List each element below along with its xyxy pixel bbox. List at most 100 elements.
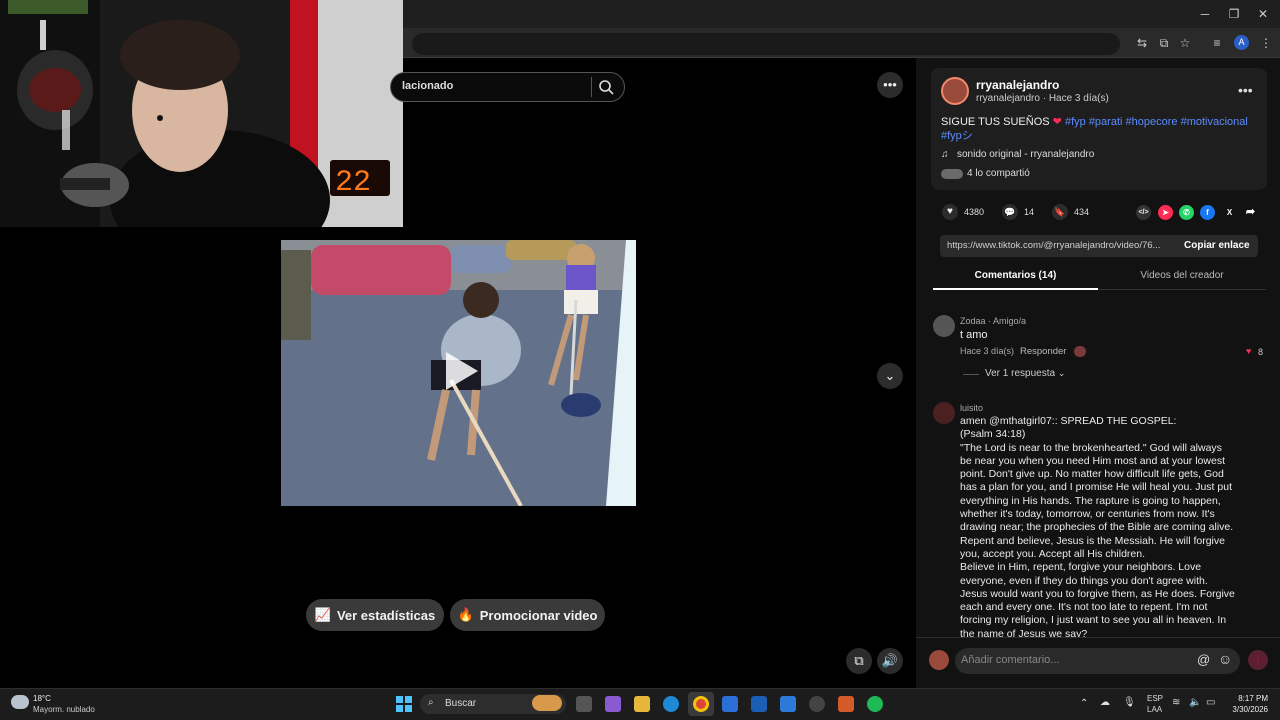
comment-line: "The Lord is near to the brokenhearted."… xyxy=(960,441,1222,454)
close-window-button[interactable]: ✕ xyxy=(1254,6,1272,22)
emoji-icon[interactable]: ☺ xyxy=(1218,651,1232,667)
mention-icon[interactable]: @ xyxy=(1197,652,1210,667)
more-options-icon[interactable]: ••• xyxy=(877,72,903,98)
brave-icon[interactable] xyxy=(838,696,854,712)
saves-count: 434 xyxy=(1074,207,1090,217)
windows-start-icon[interactable] xyxy=(396,696,412,712)
heart-icon: ♥ xyxy=(942,204,958,220)
next-video-chevron-icon[interactable]: ⌄ xyxy=(877,363,903,389)
profile-avatar[interactable]: A xyxy=(1234,35,1249,50)
comment-action[interactable]: 💬 14 xyxy=(1002,204,1034,220)
edge-icon[interactable] xyxy=(663,696,679,712)
comment-line: amen @mthatgirl07:: SPREAD THE GOSPEL: xyxy=(960,415,1177,427)
tab-comments[interactable]: Comentarios (14) xyxy=(933,270,1098,281)
maximize-button[interactable]: ❐ xyxy=(1225,6,1243,22)
chart-icon: 📈 xyxy=(314,607,331,622)
weather-temp[interactable]: 18°C xyxy=(33,694,51,703)
commenter-avatar[interactable] xyxy=(933,315,955,337)
share-arrow-icon[interactable]: ➦ xyxy=(1243,205,1258,220)
comment-like-count: 8 xyxy=(1258,347,1264,357)
search-icon[interactable] xyxy=(597,78,615,96)
embed-code-icon[interactable]: </> xyxy=(1136,205,1151,220)
send-arrow-icon[interactable]: ↑ xyxy=(1248,650,1268,670)
stats-button[interactable]: 📈 Ver estadísticas xyxy=(306,599,444,631)
video-player[interactable] xyxy=(281,240,636,506)
webcam-image: 22 xyxy=(0,0,403,227)
minimize-button[interactable]: ─ xyxy=(1196,6,1214,22)
sound-link[interactable]: sonido original - rryanalejandro xyxy=(957,149,1094,160)
microphone-icon[interactable]: 🎙 xyxy=(1123,697,1136,708)
hashtag[interactable]: #hopecore xyxy=(1126,116,1178,128)
language-indicator[interactable]: ESP xyxy=(1147,694,1163,703)
weather-desc[interactable]: Mayorm. nublado xyxy=(33,705,95,714)
stats-button-label: Ver estadísticas xyxy=(336,607,436,623)
comments-count: 14 xyxy=(1024,207,1035,217)
file-explorer-icon[interactable] xyxy=(634,696,650,712)
comment-time: Hace 3 día(s) xyxy=(960,346,1015,356)
facebook-icon[interactable]: f xyxy=(1200,205,1215,220)
heart-emoji-icon: ❤ xyxy=(1052,116,1062,128)
task-view-icon[interactable] xyxy=(576,696,592,712)
search-input-value: lacionado xyxy=(402,80,454,92)
chrome-icon[interactable] xyxy=(693,696,709,712)
clock-date[interactable]: 3/30/2026 xyxy=(1222,705,1268,714)
browser-menu-icon[interactable]: ⋮ xyxy=(1257,35,1275,51)
volume-icon[interactable]: 🔊 xyxy=(877,648,903,674)
send-to-friend-icon[interactable]: ➤ xyxy=(1158,205,1173,220)
comment-line: whether it's today, tomorrow, or centuri… xyxy=(960,508,1215,521)
weather-cloud-icon[interactable] xyxy=(11,695,29,709)
hashtag[interactable]: #motivacional xyxy=(1181,116,1248,128)
shared-count[interactable]: 4 lo compartió xyxy=(967,168,1030,179)
caption-text: SIGUE TUS SUEÑOS xyxy=(941,116,1050,128)
tray-cloud-icon[interactable]: ☁ xyxy=(1100,697,1110,708)
design-app-icon[interactable] xyxy=(751,696,767,712)
hashtag[interactable]: #fyp xyxy=(1065,116,1086,128)
taskbar-search-label: Buscar xyxy=(445,698,477,709)
commenter-avatar[interactable] xyxy=(933,402,955,424)
tab-creator-videos[interactable]: Videos del creador xyxy=(1098,270,1266,281)
whatsapp-icon[interactable]: ✆ xyxy=(1179,205,1194,220)
link-url[interactable]: https://www.tiktok.com/@rryanalejandro/v… xyxy=(947,240,1172,251)
install-app-icon[interactable]: ⧉ xyxy=(1155,35,1173,51)
address-bar[interactable] xyxy=(412,33,1120,55)
view-replies-button[interactable]: Ver 1 respuesta ⌄ xyxy=(985,368,1065,379)
spotify-icon[interactable] xyxy=(867,696,883,712)
obs-icon[interactable] xyxy=(809,696,825,712)
like-action[interactable]: ♥ 4380 xyxy=(942,204,984,220)
comment-author[interactable]: Zodaa · Amigo/a xyxy=(960,316,1026,326)
wifi-icon[interactable]: ≋ xyxy=(1172,697,1180,708)
copy-link-button[interactable]: Copiar enlace xyxy=(1184,240,1250,251)
clock-time[interactable]: 8:17 PM xyxy=(1230,694,1268,703)
tray-overflow-icon[interactable]: ⌃ xyxy=(1080,698,1088,709)
promote-button[interactable]: 🔥 Promocionar video xyxy=(450,599,605,631)
copilot-icon[interactable] xyxy=(605,696,621,712)
likes-count: 4380 xyxy=(964,207,985,217)
search-highlight-icon xyxy=(532,695,562,711)
hashtag[interactable]: #parati xyxy=(1089,116,1123,128)
comment-like-heart-icon[interactable]: ♥ xyxy=(1246,346,1251,356)
save-action[interactable]: 🔖 434 xyxy=(1052,204,1089,220)
author-avatar[interactable] xyxy=(941,77,969,105)
mail-icon[interactable] xyxy=(780,696,796,712)
keyboard-layout[interactable]: LAA xyxy=(1147,705,1162,714)
author-username[interactable]: rryanalejandro xyxy=(976,78,1059,92)
flame-icon: 🔥 xyxy=(457,607,474,622)
speaker-icon[interactable]: 🔈 xyxy=(1189,697,1201,708)
comment-line: point. Don't give up. No matter how diff… xyxy=(960,468,1224,481)
x-twitter-icon[interactable]: X xyxy=(1222,205,1237,220)
pip-icon[interactable]: ⧉ xyxy=(846,648,872,674)
comment-line: you, accept you. Accept all His children… xyxy=(960,547,1146,560)
comment-line: everyone, even if they do things you don… xyxy=(960,574,1208,587)
hashtag[interactable]: #fypシ xyxy=(941,130,973,142)
translate-icon[interactable]: ⇆ xyxy=(1133,35,1151,51)
webcam-counter: 22 xyxy=(335,166,371,200)
chevron-down-icon: ⌄ xyxy=(1057,368,1066,378)
reading-list-icon[interactable]: ≡ xyxy=(1208,35,1226,51)
bookmark-star-icon[interactable]: ☆ xyxy=(1176,35,1194,51)
comment-author[interactable]: luisito xyxy=(960,403,983,413)
post-menu-icon[interactable]: ••• xyxy=(1238,82,1253,98)
battery-icon[interactable]: ▭ xyxy=(1206,697,1215,708)
my-avatar xyxy=(929,650,949,670)
store-icon[interactable] xyxy=(722,696,738,712)
reply-button[interactable]: Responder xyxy=(1020,346,1066,357)
